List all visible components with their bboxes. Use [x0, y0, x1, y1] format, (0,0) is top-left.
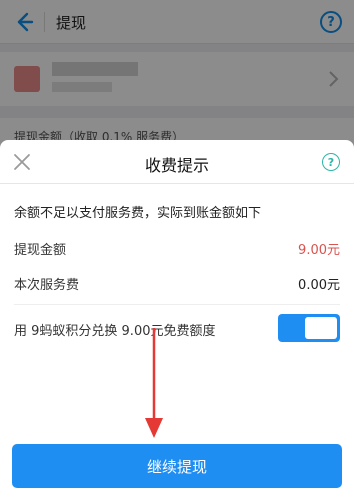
- points-exchange-toggle[interactable]: [278, 314, 340, 342]
- dialog-title: 收费提示: [144, 156, 209, 175]
- withdraw-amount-value: 9.00元: [298, 243, 340, 258]
- fee-dialog: 收费提示 ? 余额不足以支付服务费，实际到账金额如下 提现金额 9.00元 本次…: [0, 140, 354, 500]
- help-icon[interactable]: ?: [322, 153, 340, 171]
- row-divider: [14, 304, 340, 305]
- continue-withdraw-button[interactable]: 继续提现: [12, 444, 342, 488]
- withdraw-amount-row-label: 提现金额: [14, 243, 67, 258]
- service-fee-row-label: 本次服务费: [14, 278, 80, 293]
- service-fee-value: 0.00元: [298, 278, 340, 293]
- dialog-header: 收费提示 ?: [0, 140, 354, 184]
- toggle-knob: [305, 317, 337, 339]
- red-down-arrow-annotation: [140, 326, 168, 446]
- points-exchange-label: 用 9蚂蚁积分兑换 9.00元免费额度: [14, 324, 216, 339]
- fee-notice: 余额不足以支付服务费，实际到账金额如下: [14, 206, 262, 221]
